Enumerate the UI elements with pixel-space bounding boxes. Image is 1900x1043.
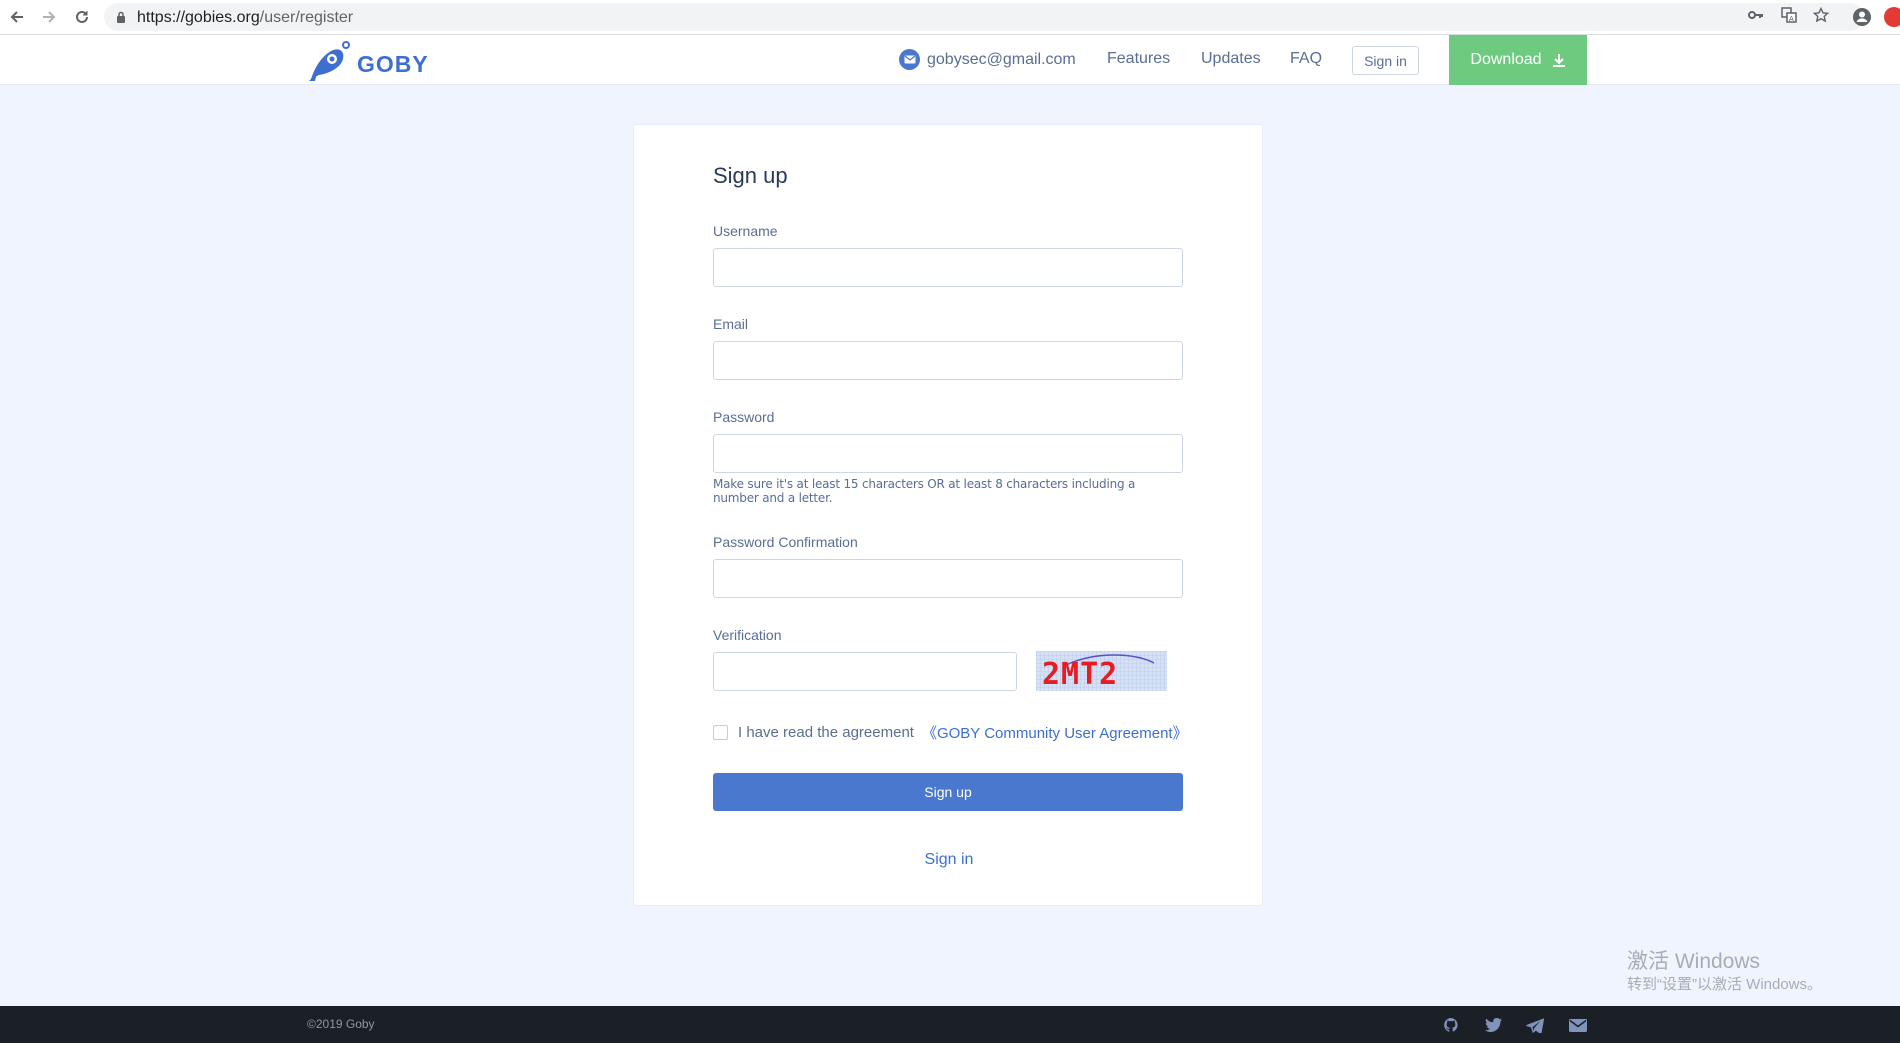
captcha-text: 2MT2: [1042, 657, 1118, 691]
mail-icon: [899, 49, 920, 70]
github-icon[interactable]: [1441, 1015, 1461, 1035]
password-confirmation-input[interactable]: [714, 560, 1182, 597]
back-icon[interactable]: [6, 6, 28, 28]
nav-features[interactable]: Features: [1107, 50, 1170, 68]
email-field-wrapper: [713, 341, 1183, 380]
windows-activation-title: 激活 Windows: [1627, 950, 1761, 973]
password-confirmation-label: Password Confirmation: [713, 534, 858, 550]
lock-icon: [117, 11, 125, 23]
captcha-image[interactable]: 2MT2: [1036, 651, 1167, 691]
bookmark-star-icon[interactable]: [1812, 6, 1830, 24]
reload-icon[interactable]: [71, 6, 93, 28]
profile-icon[interactable]: [1851, 6, 1873, 28]
password-hint: Make sure it's at least 15 characters OR…: [713, 477, 1136, 505]
key-icon[interactable]: [1747, 6, 1765, 24]
browser-toolbar: https://gobies.org/user/register A: [0, 0, 1900, 35]
agreement-text: I have read the agreement: [738, 724, 914, 741]
svg-text:A: A: [1789, 15, 1794, 23]
email-input[interactable]: [714, 342, 1182, 379]
download-icon: [1552, 54, 1565, 67]
logo-text: GOBY: [357, 50, 429, 77]
email-label: Email: [713, 316, 749, 332]
forward-icon[interactable]: [38, 6, 60, 28]
url-text: https://gobies.org/user/register: [137, 9, 354, 26]
nav-updates[interactable]: Updates: [1201, 50, 1261, 68]
username-input[interactable]: [714, 249, 1182, 286]
header-signin-button[interactable]: Sign in: [1352, 46, 1419, 75]
goby-fish-icon: [309, 41, 350, 81]
copyright: ©2019 Goby: [307, 1017, 375, 1031]
download-button[interactable]: Download: [1449, 35, 1587, 85]
verification-field-wrapper: [713, 652, 1017, 691]
goby-logo[interactable]: GOBY: [307, 39, 429, 83]
address-bar[interactable]: https://gobies.org/user/register: [104, 3, 1864, 31]
nav-faq[interactable]: FAQ: [1290, 50, 1322, 68]
verification-input[interactable]: [714, 653, 1016, 690]
verification-label: Verification: [713, 627, 782, 643]
username-label: Username: [713, 223, 778, 239]
contact-email[interactable]: gobysec@gmail.com: [899, 49, 1076, 70]
twitter-icon[interactable]: [1483, 1015, 1503, 1035]
agreement-row: I have read the agreement 《GOBY Communit…: [713, 722, 1188, 743]
download-label: Download: [1470, 51, 1542, 68]
password-confirmation-field-wrapper: [713, 559, 1183, 598]
password-field-wrapper: [713, 434, 1183, 473]
telegram-icon[interactable]: [1525, 1015, 1545, 1035]
password-label: Password: [713, 409, 775, 425]
signup-card: Sign up Username Email Password Make sur…: [633, 124, 1263, 906]
username-field-wrapper: [713, 248, 1183, 287]
password-input[interactable]: [714, 435, 1182, 472]
page-title: Sign up: [713, 163, 788, 188]
signin-link-text[interactable]: Sign in: [925, 851, 974, 868]
site-footer: ©2019 Goby: [0, 1006, 1900, 1043]
agreement-checkbox[interactable]: [713, 725, 728, 740]
signin-link: Sign in: [634, 851, 1264, 869]
contact-email-text: gobysec@gmail.com: [927, 50, 1076, 68]
signup-button[interactable]: Sign up: [713, 773, 1183, 811]
translate-icon[interactable]: A: [1780, 6, 1798, 24]
extension-icon[interactable]: [1884, 7, 1900, 27]
windows-activation-subtitle: 转到“设置”以激活 Windows。: [1627, 976, 1823, 993]
agreement-link[interactable]: 《GOBY Community User Agreement》: [922, 722, 1188, 743]
site-header: GOBY gobysec@gmail.com Features Updates …: [0, 35, 1900, 85]
mail-icon[interactable]: [1568, 1015, 1588, 1035]
